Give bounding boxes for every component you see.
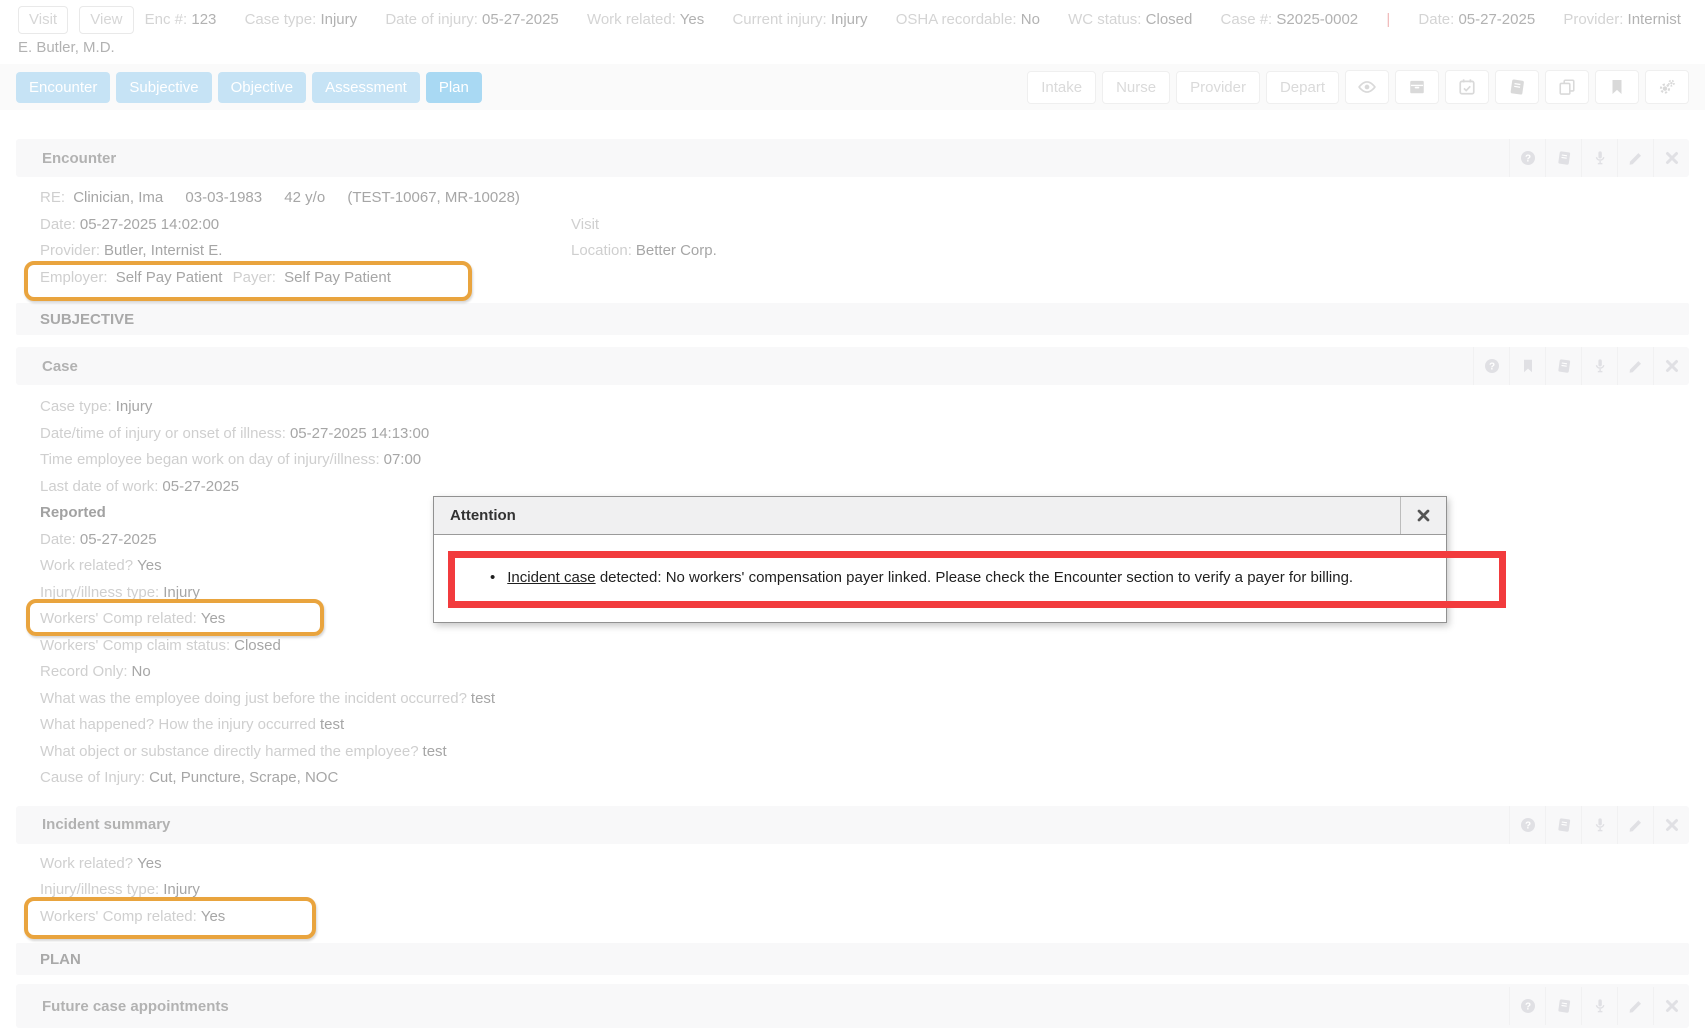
incident-summary-header: Incident summary ?	[16, 806, 1689, 844]
close-icon[interactable]	[1653, 987, 1689, 1025]
copy-icon[interactable]	[1545, 70, 1589, 104]
microphone-icon[interactable]	[1581, 806, 1617, 844]
case-info-bar: Visit View Enc #: 123 Case type: Injury …	[0, 0, 1705, 61]
svg-text:?: ?	[1488, 362, 1494, 373]
patient-ids: (TEST-10067, MR-10028)	[347, 189, 520, 206]
field-row: Case type:Injury	[16, 394, 1689, 421]
future-appointments-header: Future case appointments ?	[16, 984, 1689, 1028]
provider-button[interactable]: Provider	[1176, 71, 1260, 104]
section-title: Incident summary	[42, 816, 170, 833]
patient-dob: 03-03-1983	[185, 189, 262, 206]
pencil-icon[interactable]	[1617, 139, 1653, 177]
close-icon[interactable]	[1653, 139, 1689, 177]
book-icon[interactable]	[1545, 347, 1581, 385]
svg-text:?: ?	[1524, 1002, 1530, 1013]
section-title: Case	[42, 358, 78, 375]
field-row: Date/time of injury or onset of illness:…	[16, 421, 1689, 448]
section-actions: ?	[1509, 139, 1689, 177]
section-actions: ?	[1509, 987, 1689, 1025]
patient-line: RE: Clinician, Ima 03-03-1983 42 y/o (TE…	[16, 185, 1689, 212]
close-icon[interactable]	[1400, 497, 1446, 534]
tab-encounter[interactable]: Encounter	[16, 72, 110, 103]
case-type: Case type: Injury	[245, 11, 358, 28]
field-row: Workers' Comp claim status:Closed	[16, 633, 1689, 660]
attention-dialog-header: Attention	[434, 497, 1446, 535]
book-icon[interactable]	[1545, 806, 1581, 844]
field-row: Work related?Yes	[16, 851, 1689, 878]
book-icon[interactable]	[1545, 987, 1581, 1025]
pencil-icon[interactable]	[1617, 806, 1653, 844]
pencil-icon[interactable]	[1617, 347, 1653, 385]
visit-label: Visit	[571, 216, 599, 233]
calendar-check-icon[interactable]	[1445, 70, 1489, 104]
book-icon[interactable]	[1495, 70, 1539, 104]
tab-objective[interactable]: Objective	[218, 72, 307, 103]
svg-text:?: ?	[1524, 820, 1530, 831]
book-icon[interactable]	[1545, 139, 1581, 177]
tab-assessment[interactable]: Assessment	[312, 72, 420, 103]
section-actions: ?	[1473, 347, 1689, 385]
encounter-section-header: Encounter ?	[16, 139, 1689, 177]
field-row: Cause of Injury:Cut, Puncture, Scrape, N…	[16, 765, 1689, 792]
workflow-toolbar: Intake Nurse Provider Depart	[1027, 70, 1689, 104]
pencil-icon[interactable]	[1617, 987, 1653, 1025]
alert-emphasis-box	[448, 551, 1506, 608]
help-icon[interactable]: ?	[1509, 987, 1545, 1025]
help-icon[interactable]: ?	[1509, 139, 1545, 177]
encounter-provider: Butler, Internist E.	[104, 242, 222, 259]
help-icon[interactable]: ?	[1509, 806, 1545, 844]
view-button[interactable]: View	[79, 6, 133, 34]
work-related: Work related: Yes	[587, 11, 704, 28]
visit-button[interactable]: Visit	[18, 6, 68, 34]
settings-gears-icon[interactable]	[1645, 70, 1689, 104]
svg-text:?: ?	[1524, 154, 1530, 165]
section-title: Future case appointments	[42, 998, 229, 1015]
help-icon[interactable]: ?	[1473, 347, 1509, 385]
field-row: What happened? How the injury occurredte…	[16, 712, 1689, 739]
field-row: What was the employee doing just before …	[16, 686, 1689, 713]
patient-age: 42 y/o	[284, 189, 325, 206]
bookmark-icon[interactable]	[1509, 347, 1545, 385]
encounter-date: 05-27-2025 14:02:00	[80, 216, 219, 233]
subjective-heading: SUBJECTIVE	[16, 303, 1689, 335]
date-visit-row: Date:05-27-2025 14:02:00 Visit	[16, 212, 1689, 239]
close-icon[interactable]	[1653, 806, 1689, 844]
future-appointments-section: Future case appointments ?	[16, 984, 1689, 1028]
note-tab-bar: Encounter Subjective Objective Assessmen…	[0, 64, 1705, 110]
intake-button[interactable]: Intake	[1027, 71, 1096, 104]
section-title: Encounter	[42, 150, 116, 167]
section-actions: ?	[1509, 806, 1689, 844]
current-injury: Current injury: Injury	[732, 11, 867, 28]
field-row: Time employee began work on day of injur…	[16, 447, 1689, 474]
tab-subjective[interactable]: Subjective	[116, 72, 211, 103]
depart-button[interactable]: Depart	[1266, 71, 1339, 104]
date-of-injury: Date of injury: 05-27-2025	[385, 11, 558, 28]
microphone-icon[interactable]	[1581, 987, 1617, 1025]
bookmark-icon[interactable]	[1595, 70, 1639, 104]
microphone-icon[interactable]	[1581, 347, 1617, 385]
close-icon[interactable]	[1653, 347, 1689, 385]
eye-icon[interactable]	[1345, 70, 1389, 104]
case-section-header: Case ?	[16, 347, 1689, 385]
dialog-title: Attention	[434, 507, 516, 524]
encounter-location: Better Corp.	[636, 242, 717, 259]
page: Visit View Enc #: 123 Case type: Injury …	[0, 0, 1705, 1029]
patient-name: Clinician, Ima	[73, 189, 163, 206]
osha-recordable: OSHA recordable: No	[896, 11, 1040, 28]
case-number: Case #: S2025-0002	[1221, 11, 1359, 28]
visit-date: Date: 05-27-2025	[1418, 11, 1535, 28]
highlight-box-case-workers-comp	[26, 599, 324, 636]
microphone-icon[interactable]	[1581, 139, 1617, 177]
highlight-box-incident-workers-comp	[24, 897, 316, 939]
archive-icon[interactable]	[1395, 70, 1439, 104]
nurse-button[interactable]: Nurse	[1102, 71, 1170, 104]
separator: |	[1386, 11, 1390, 28]
field-row: Record Only:No	[16, 659, 1689, 686]
tab-plan[interactable]: Plan	[426, 72, 482, 103]
wc-status: WC status: Closed	[1068, 11, 1192, 28]
enc-number: Enc #: 123	[145, 11, 217, 28]
plan-heading: PLAN	[16, 943, 1689, 975]
highlight-box-employer-payer	[24, 261, 472, 301]
field-row: What object or substance directly harmed…	[16, 739, 1689, 766]
